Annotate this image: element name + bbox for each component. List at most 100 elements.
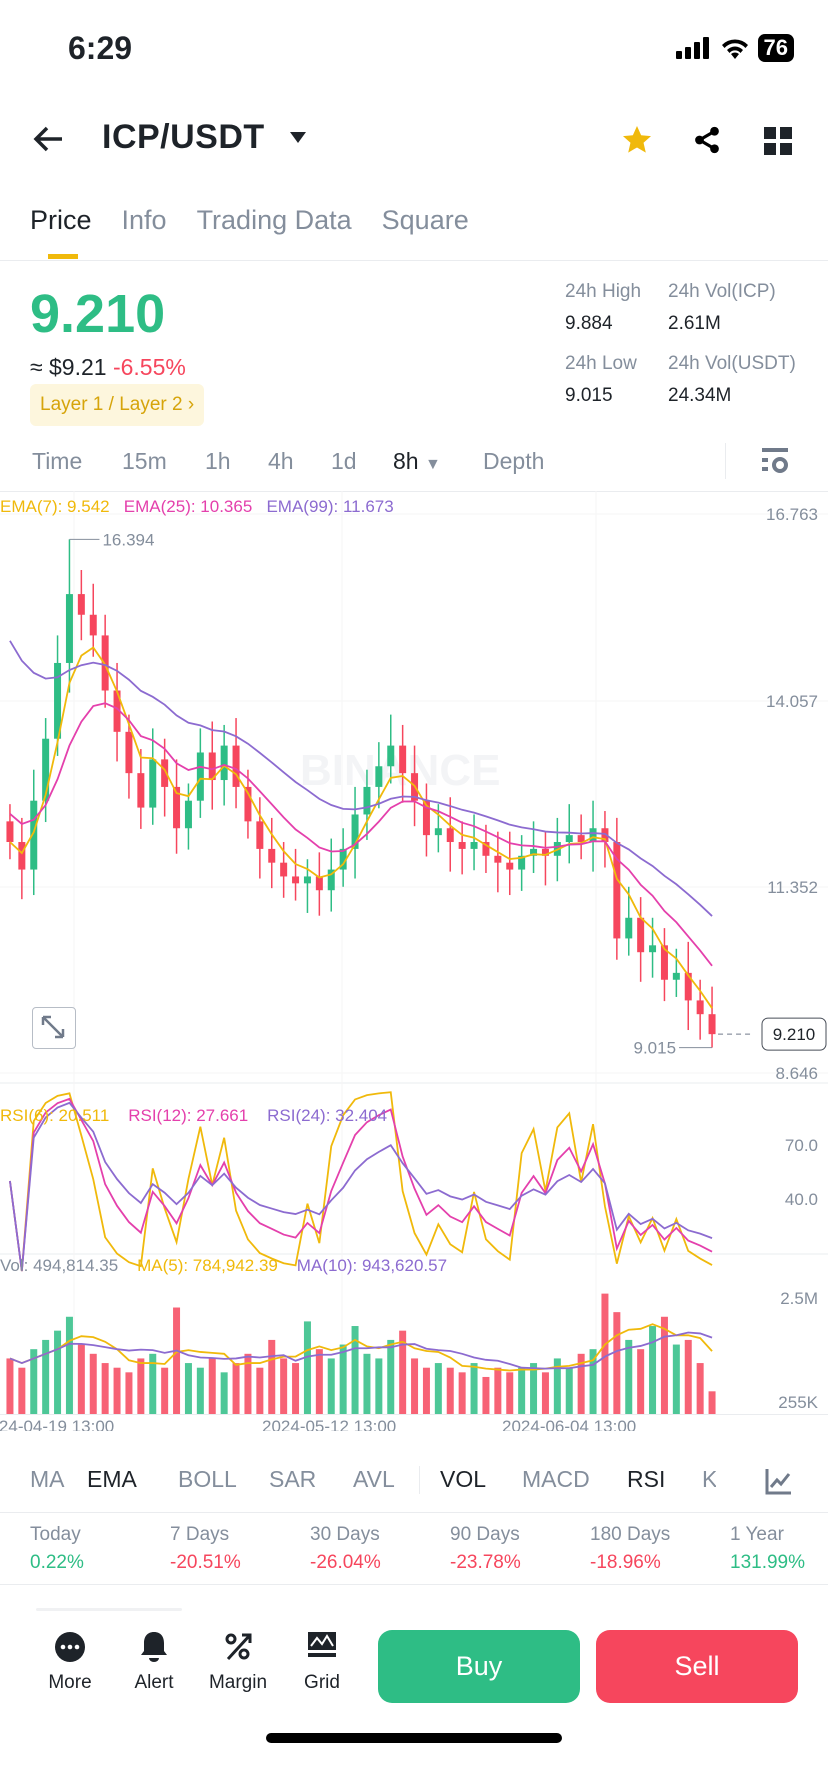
volume-bar bbox=[6, 1358, 14, 1414]
tab-trading-data[interactable]: Trading Data bbox=[197, 205, 352, 236]
indicator-boll[interactable]: BOLL bbox=[178, 1466, 269, 1494]
tab-bar: Price Info Trading Data Square bbox=[30, 205, 469, 236]
more-button[interactable]: More bbox=[35, 1632, 105, 1694]
drag-handle bbox=[36, 1608, 182, 1611]
buy-button[interactable]: Buy bbox=[378, 1630, 580, 1703]
divider bbox=[419, 1466, 420, 1494]
time-axis-label: 2024-04-19 13:00 bbox=[0, 1417, 114, 1431]
category-tag[interactable]: Layer 1 / Layer 2 › bbox=[30, 384, 205, 426]
alert-button[interactable]: Alert bbox=[119, 1632, 189, 1694]
candle-body bbox=[149, 759, 157, 808]
volume-bar bbox=[470, 1363, 478, 1414]
high-value: 9.884 bbox=[565, 313, 613, 334]
candle-body bbox=[565, 835, 573, 843]
chart-settings-icon[interactable] bbox=[762, 448, 788, 474]
candle-body bbox=[6, 821, 14, 843]
rsi-axis-label: 70.0 bbox=[785, 1136, 818, 1155]
ema25-label: EMA(25): 10.365 bbox=[123, 497, 253, 516]
high-label: 24h High bbox=[565, 281, 642, 302]
vol-usdt-label: 24h Vol(USDT) bbox=[668, 353, 796, 374]
interval-1h[interactable]: 1h bbox=[205, 448, 268, 475]
volume-bar bbox=[101, 1363, 109, 1414]
indicator-avl[interactable]: AVL bbox=[353, 1466, 419, 1494]
volume-bar bbox=[684, 1339, 692, 1414]
grid-bot-icon bbox=[308, 1632, 336, 1657]
period-value: -26.04% bbox=[310, 1552, 381, 1573]
pair-dropdown-icon[interactable] bbox=[290, 132, 306, 144]
volume-bar bbox=[54, 1330, 62, 1414]
candle-body bbox=[649, 945, 657, 953]
volume-bar bbox=[232, 1363, 240, 1414]
candle-body bbox=[77, 594, 85, 615]
volume-bar bbox=[482, 1376, 490, 1414]
margin-button[interactable]: Margin bbox=[203, 1632, 273, 1694]
period-label: 7 Days bbox=[170, 1524, 230, 1545]
price-axis-label: 11.352 bbox=[767, 878, 818, 897]
candle-body bbox=[589, 828, 597, 843]
margin-label: Margin bbox=[208, 1672, 268, 1693]
volume-bar bbox=[458, 1372, 466, 1414]
indicator-kdj[interactable]: K bbox=[702, 1466, 716, 1494]
indicator-sar[interactable]: SAR bbox=[269, 1466, 353, 1494]
share-icon[interactable] bbox=[692, 124, 722, 156]
candle-body bbox=[684, 972, 692, 1001]
sell-button[interactable]: Sell bbox=[596, 1630, 798, 1703]
tab-square[interactable]: Square bbox=[382, 205, 469, 236]
volume-bar bbox=[268, 1339, 276, 1414]
volume-bar bbox=[77, 1344, 85, 1414]
indicator-macd[interactable]: MACD bbox=[522, 1466, 627, 1494]
interval-bar: Time 15m 1h 4h 1d 8h ▼ Depth bbox=[32, 448, 544, 475]
star-icon[interactable] bbox=[620, 124, 654, 156]
interval-depth[interactable]: Depth bbox=[483, 448, 544, 475]
chevron-down-icon: ▼ bbox=[424, 456, 441, 473]
divider bbox=[725, 443, 726, 479]
volume-bar bbox=[411, 1358, 419, 1414]
volume-bar bbox=[89, 1353, 97, 1414]
volume-bar bbox=[649, 1326, 657, 1414]
back-arrow-icon[interactable] bbox=[32, 124, 66, 154]
interval-time[interactable]: Time bbox=[32, 448, 122, 475]
period-item: 180 Days -18.96% bbox=[590, 1524, 730, 1574]
alert-label: Alert bbox=[134, 1672, 174, 1693]
period-label: 90 Days bbox=[450, 1524, 520, 1545]
candle-body bbox=[220, 745, 228, 781]
candle-body bbox=[696, 1000, 704, 1015]
candle-body bbox=[506, 862, 514, 870]
interval-4h[interactable]: 4h bbox=[268, 448, 331, 475]
price-chart[interactable]: BINANCE 16.76314.05711.3528.64670.040.02… bbox=[0, 491, 828, 1431]
interval-8h[interactable]: 8h ▼ bbox=[393, 448, 483, 475]
period-item: 90 Days -23.78% bbox=[450, 1524, 590, 1574]
period-value: 0.22% bbox=[30, 1552, 84, 1573]
candle-body bbox=[292, 876, 300, 884]
tab-info[interactable]: Info bbox=[122, 205, 167, 236]
active-tab-indicator bbox=[48, 254, 78, 259]
time-axis-label: 2024-06-04 13:00 bbox=[502, 1417, 636, 1431]
ma10-label: MA(10): 943,620.57 bbox=[296, 1256, 448, 1275]
tab-price[interactable]: Price bbox=[30, 205, 92, 236]
volume-bar bbox=[696, 1363, 704, 1414]
interval-15m[interactable]: 15m bbox=[122, 448, 205, 475]
grid-bot-button[interactable]: Grid bbox=[287, 1632, 357, 1694]
candle-body bbox=[101, 635, 109, 691]
volume-bar bbox=[434, 1363, 442, 1414]
chart-labels: 16.763 14.057 11.352 8.646 70.0 40.0 2.5M 255K 2… bbox=[0, 505, 827, 1431]
candle-body bbox=[89, 614, 97, 636]
indicator-ema[interactable]: EMA bbox=[87, 1466, 178, 1494]
indicator-ma[interactable]: MA bbox=[30, 1466, 87, 1494]
grid-layout-icon[interactable] bbox=[764, 127, 792, 155]
ma5-label: MA(5): 784,942.39 bbox=[137, 1256, 278, 1275]
signal-icon bbox=[675, 37, 709, 59]
candle-body bbox=[708, 1014, 716, 1035]
expand-chart-button[interactable] bbox=[32, 1007, 76, 1049]
vol-label: Vol: 494,814.35 bbox=[0, 1256, 119, 1275]
interval-1d[interactable]: 1d bbox=[331, 448, 393, 475]
rsi-legend: RSI(6): 20.511 RSI(12): 27.661 RSI(24): … bbox=[0, 1106, 387, 1126]
candle-body bbox=[637, 917, 645, 953]
rsi24-label: RSI(24): 32.404 bbox=[267, 1106, 388, 1125]
indicator-rsi[interactable]: RSI bbox=[627, 1466, 702, 1494]
pair-title[interactable]: ICP/USDT bbox=[102, 118, 265, 157]
indicator-settings-icon[interactable] bbox=[765, 1469, 791, 1495]
candle-body bbox=[125, 731, 133, 774]
volume-bar bbox=[363, 1353, 371, 1414]
indicator-vol[interactable]: VOL bbox=[440, 1466, 522, 1494]
